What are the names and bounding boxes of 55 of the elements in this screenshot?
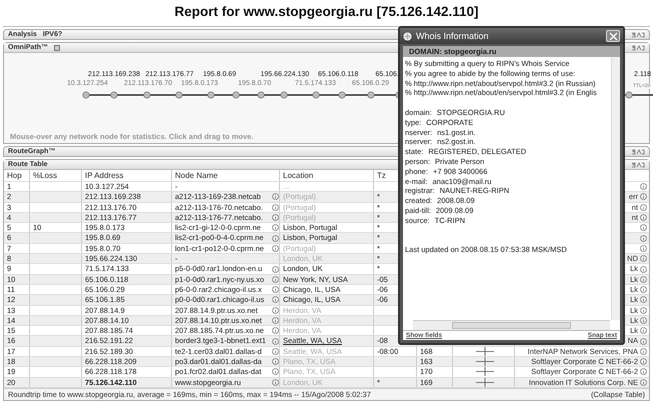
panel-tools-icon[interactable]	[631, 148, 645, 154]
info-icon[interactable]	[272, 204, 279, 211]
info-icon[interactable]	[272, 276, 279, 283]
info-icon[interactable]	[272, 193, 279, 200]
info-icon[interactable]	[272, 378, 279, 386]
close-button[interactable]	[606, 30, 620, 42]
info-icon[interactable]	[272, 348, 279, 355]
panel-tools-icon[interactable]	[631, 44, 645, 50]
info-icon[interactable]	[640, 224, 647, 232]
horizontal-scrollbar[interactable]	[413, 320, 610, 330]
whois-text-area[interactable]	[403, 57, 620, 320]
panel-tools-icon[interactable]	[631, 162, 645, 168]
info-icon[interactable]	[640, 296, 647, 304]
info-icon[interactable]	[272, 368, 279, 376]
info-icon[interactable]	[640, 204, 647, 211]
vertical-scrollbar[interactable]	[611, 57, 620, 320]
info-icon[interactable]	[640, 327, 647, 334]
info-icon[interactable]	[272, 306, 279, 314]
info-icon[interactable]	[640, 378, 647, 386]
info-icon[interactable]	[640, 214, 647, 222]
panel-toggle-icon[interactable]	[54, 44, 60, 50]
info-icon[interactable]	[640, 368, 647, 376]
info-icon[interactable]	[272, 317, 279, 324]
column-header[interactable]: Hop	[4, 170, 30, 181]
info-icon[interactable]	[272, 244, 279, 252]
info-icon[interactable]	[640, 276, 647, 283]
info-icon[interactable]	[640, 255, 647, 262]
info-icon[interactable]	[640, 244, 647, 252]
globe-icon	[403, 32, 412, 40]
column-header[interactable]: IP Address	[82, 170, 172, 181]
info-icon[interactable]	[272, 224, 279, 232]
report-title: Report for www.stopgeorgia.ru [75.126.142.110]	[173, 3, 480, 21]
dialog-title: Whois Information	[416, 31, 489, 41]
info-icon[interactable]	[640, 183, 647, 190]
info-icon[interactable]	[272, 214, 279, 222]
info-icon[interactable]	[640, 266, 647, 273]
info-icon[interactable]	[272, 296, 279, 304]
info-icon[interactable]	[640, 193, 647, 200]
column-header[interactable]: %Loss	[30, 170, 82, 181]
column-header[interactable]: Location	[280, 170, 374, 181]
info-icon[interactable]	[640, 317, 647, 324]
info-icon[interactable]	[640, 338, 647, 345]
column-header[interactable]: Node Name	[172, 170, 280, 181]
info-icon[interactable]	[640, 286, 647, 294]
info-icon[interactable]	[640, 348, 647, 355]
panel-tools-icon[interactable]	[631, 32, 645, 38]
info-icon[interactable]	[640, 234, 647, 242]
info-icon[interactable]	[640, 306, 647, 314]
info-icon[interactable]	[640, 358, 647, 366]
info-icon[interactable]	[272, 266, 279, 273]
info-icon[interactable]	[272, 234, 279, 242]
info-icon[interactable]	[272, 286, 279, 294]
info-icon[interactable]	[272, 358, 279, 366]
info-icon[interactable]	[272, 338, 279, 345]
info-icon[interactable]	[272, 327, 279, 334]
